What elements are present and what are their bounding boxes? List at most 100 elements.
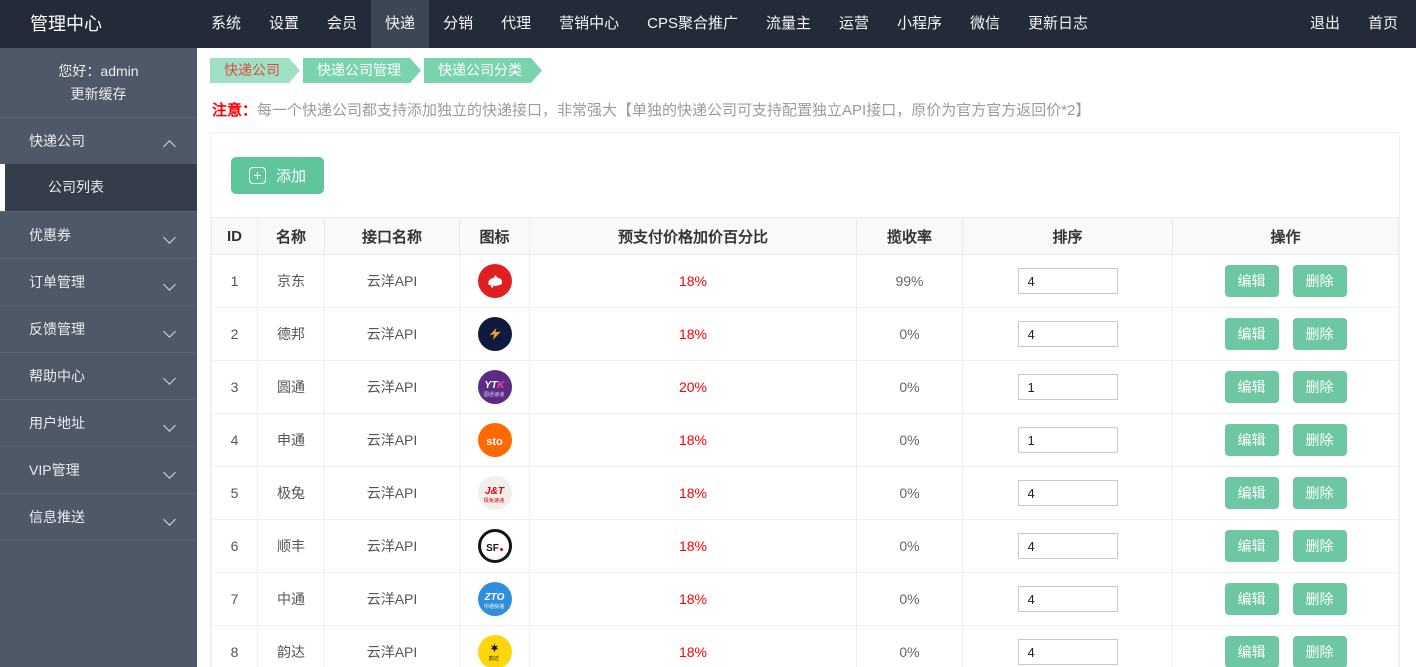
topnav-item-marketing-center[interactable]: 营销中心 [545, 0, 633, 48]
cell-sort [962, 572, 1173, 626]
topnav-item-cps-promotion[interactable]: CPS聚合推广 [633, 0, 752, 48]
cell-icon [459, 254, 530, 308]
chevron-down-icon [163, 419, 176, 432]
sidebar-item-help-center[interactable]: 帮助中心 [0, 352, 197, 399]
sidebar-item-label: 帮助中心 [29, 368, 85, 384]
main-content: 快递公司 快递公司管理 快递公司分类 注意：每一个快递公司都支持添加独立的快递接口，… [197, 48, 1416, 667]
sort-input[interactable] [1017, 639, 1118, 665]
delete-button[interactable]: 删除 [1292, 265, 1347, 297]
topnav-item-changelog[interactable]: 更新日志 [1014, 0, 1102, 48]
cell-markup-percent: 18% [529, 413, 857, 467]
chevron-down-icon [163, 372, 176, 385]
delete-button[interactable]: 删除 [1292, 583, 1347, 615]
sort-input[interactable] [1017, 586, 1118, 612]
sidebar-item-express-company[interactable]: 快递公司 [0, 117, 197, 164]
table-row: 8韵达云洋API韵达18%0%编辑删除 [211, 625, 1399, 667]
table-row: 5极兔云洋API J&T极兔速递 18%0% 编辑删除 [211, 466, 1399, 520]
notice-text: 注意：每一个快递公司都支持添加独立的快递接口，非常强大【单独的快递公司可支持配置… [212, 102, 1091, 119]
column-header: 图标 [459, 217, 530, 255]
edit-button[interactable]: 编辑 [1224, 583, 1279, 615]
sort-input[interactable] [1017, 321, 1118, 347]
topnav-item-traffic-owner[interactable]: 流量主 [752, 0, 825, 48]
cell-api-name: 云洋API [324, 413, 460, 467]
sort-input[interactable] [1017, 533, 1118, 559]
topnav-item-members[interactable]: 会员 [313, 0, 371, 48]
cell-sort [962, 307, 1173, 361]
main-layout: 您好：admin 更新缓存 快递公司 公司列表 优惠券 订单管理 反馈管理 帮助中心 用户地… [0, 48, 1416, 667]
sort-input[interactable] [1017, 268, 1118, 294]
edit-button[interactable]: 编辑 [1224, 318, 1279, 350]
topnav-item-agents[interactable]: 代理 [487, 0, 545, 48]
topnav-item-mini-program[interactable]: 小程序 [883, 0, 956, 48]
cell-markup-percent: 18% [529, 466, 857, 520]
cell-id: 2 [211, 307, 258, 361]
sort-input[interactable] [1017, 374, 1118, 400]
cell-company-name: 德邦 [257, 307, 325, 361]
topnav-item-logout[interactable]: 退出 [1296, 0, 1354, 48]
topnav-item-home[interactable]: 首页 [1354, 0, 1412, 48]
cell-pickup-rate: 0% [856, 625, 963, 667]
sidebar-item-user-address[interactable]: 用户地址 [0, 399, 197, 446]
breadcrumb-segment[interactable]: 快递公司管理 [303, 58, 421, 83]
topnav-item-operations[interactable]: 运营 [825, 0, 883, 48]
notice-prefix: 注意： [212, 102, 258, 119]
sort-input[interactable] [1017, 480, 1118, 506]
yto-logo-icon: YTK 圆通速递 [477, 370, 512, 404]
column-header: 名称 [257, 217, 325, 255]
topnav-item-system[interactable]: 系统 [197, 0, 255, 48]
edit-button[interactable]: 编辑 [1224, 265, 1279, 297]
sidebar-item-message-push[interactable]: 信息推送 [0, 493, 197, 540]
jt-logo-icon: J&T 极兔速递 [477, 476, 512, 510]
cell-markup-percent: 20% [529, 360, 857, 414]
delete-button[interactable]: 删除 [1292, 424, 1347, 456]
sort-input[interactable] [1017, 427, 1118, 453]
cell-icon: YTK 圆通速递 [459, 360, 530, 414]
edit-button[interactable]: 编辑 [1224, 636, 1279, 667]
delete-button[interactable]: 删除 [1292, 636, 1347, 667]
topnav-item-express[interactable]: 快递 [371, 0, 430, 48]
edit-button[interactable]: 编辑 [1224, 424, 1279, 456]
companies-table: ID 名称 接口名称 图标 预支付价格加价百分比 揽收率 排序 操作 1 京东 云洋API 18% 9… [211, 217, 1399, 667]
cell-api-name: 云洋API [324, 360, 460, 414]
sidebar-user-block: 您好：admin 更新缓存 [0, 48, 197, 117]
cell-icon: ZTO 中通快递 [459, 572, 530, 626]
sidebar-item-label: VIP管理 [29, 462, 80, 478]
edit-button[interactable]: 编辑 [1224, 530, 1279, 562]
refresh-cache-link[interactable]: 更新缓存 [0, 83, 197, 106]
cell-markup-percent: 18% [529, 519, 857, 573]
cell-pickup-rate: 0% [856, 307, 963, 361]
cell-markup-percent: 18% [529, 572, 857, 626]
column-header: ID [211, 217, 258, 255]
cell-id: 6 [211, 519, 258, 573]
sidebar-item-vip-management[interactable]: VIP管理 [0, 446, 197, 493]
edit-button[interactable]: 编辑 [1224, 477, 1279, 509]
cell-api-name: 云洋API [324, 307, 460, 361]
chevron-down-icon [163, 325, 176, 338]
topnav-item-distribution[interactable]: 分销 [429, 0, 487, 48]
cell-icon [459, 307, 530, 361]
chevron-down-icon [163, 278, 176, 291]
cell-actions: 编辑 删除 [1172, 307, 1399, 361]
add-button[interactable]: + 添加 [231, 157, 325, 194]
cell-sort [962, 519, 1173, 573]
topnav-item-wechat[interactable]: 微信 [956, 0, 1014, 48]
sidebar-item-company-list[interactable]: 公司列表 [0, 164, 197, 211]
cell-id: 3 [211, 360, 258, 414]
delete-button[interactable]: 删除 [1292, 530, 1347, 562]
edit-button[interactable]: 编辑 [1224, 371, 1279, 403]
sidebar-item-feedback-management[interactable]: 反馈管理 [0, 305, 197, 352]
sidebar-item-coupons[interactable]: 优惠券 [0, 211, 197, 258]
cell-company-name: 极兔 [257, 466, 325, 520]
cell-company-name: 京东 [257, 254, 325, 308]
delete-button[interactable]: 删除 [1292, 371, 1347, 403]
chevron-down-icon [163, 466, 176, 479]
sidebar-item-order-management[interactable]: 订单管理 [0, 258, 197, 305]
cell-actions: 编辑 删除 [1172, 625, 1399, 667]
delete-button[interactable]: 删除 [1292, 318, 1347, 350]
breadcrumb-segment[interactable]: 快递公司分类 [424, 58, 542, 83]
cell-actions: 编辑 删除 [1172, 466, 1399, 520]
delete-button[interactable]: 删除 [1292, 477, 1347, 509]
topnav-item-settings[interactable]: 设置 [255, 0, 313, 48]
breadcrumb-segment[interactable]: 快递公司 [210, 58, 300, 83]
cell-api-name: 云洋API [324, 519, 460, 573]
